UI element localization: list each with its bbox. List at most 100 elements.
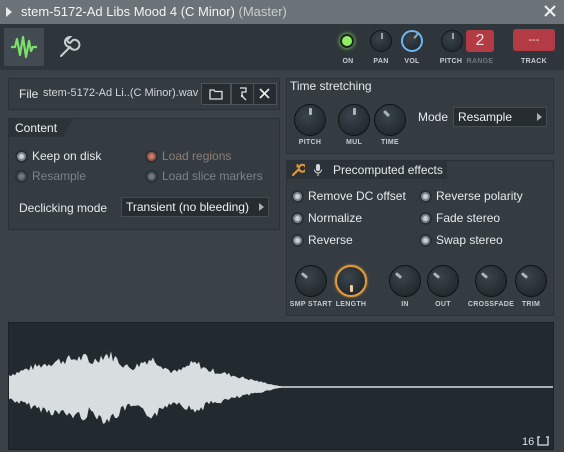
track-label: TRACK [521,58,547,65]
trim-label: TRIM [521,301,541,308]
radio-dot-icon [419,211,432,225]
mode-label: Mode [418,110,449,124]
fade-stereo-radio[interactable]: Fade stereo [419,211,500,225]
fade-out-knob[interactable] [427,265,459,297]
declicking-mode-label: Declicking mode [19,201,108,215]
on-label: ON [342,58,354,65]
stretch-pitch-knob[interactable] [294,104,326,136]
radio-dot-icon [291,189,304,203]
stretch-mode-value: Resample [458,110,513,124]
remove-dc-offset-label: Remove DC offset [308,189,406,203]
resample-label: Resample [32,169,87,183]
keep-on-disk-label: Keep on disk [32,149,102,163]
length-knob[interactable] [335,265,367,297]
browse-icon [240,87,247,101]
load-slice-markers-label: Load slice markers [162,169,263,183]
swap-stereo-label: Swap stereo [436,233,503,247]
stretch-mul-label: MUL [345,139,363,146]
content-title: Content [9,119,74,137]
range-value[interactable]: 2 [466,30,494,52]
stretch-pitch-label: PITCH [298,139,322,146]
load-regions-label: Load regions [162,149,232,163]
zoom-value: 16 [522,436,535,448]
window-subtitle: (Master) [238,4,287,19]
load-regions-radio[interactable]: Load regions [145,149,231,163]
smp-start-label: SMP START [289,301,333,308]
collapse-triangle-icon[interactable] [6,7,12,17]
waveform-tab-button[interactable] [4,28,44,66]
resample-radio[interactable]: Resample [15,169,86,183]
stretch-time-label: TIME [381,139,399,146]
range-label: RANGE [466,58,494,65]
loop-icon[interactable] [537,436,550,446]
wrench-icon [60,35,81,57]
close-window-icon[interactable] [542,3,558,19]
on-led-toggle[interactable] [340,34,354,48]
normalize-radio[interactable]: Normalize [291,211,362,225]
radio-dot-icon [291,233,304,247]
pan-knob[interactable] [370,30,392,52]
waveform-icon [11,35,37,59]
precomputed-header: Precomputed effects [287,161,447,179]
content-panel: Content Keep on disk Resample Load regio… [8,118,280,230]
crossfade-label: CROSSFADE [467,301,515,308]
stretch-mul-knob[interactable] [338,104,370,136]
reverse-radio[interactable]: Reverse [291,233,353,247]
swap-stereo-radio[interactable]: Swap stereo [419,233,503,247]
time-stretching-title: Time stretching [290,79,372,93]
reverse-polarity-radio[interactable]: Reverse polarity [419,189,523,203]
fade-in-label: IN [401,301,409,308]
file-name: stem-5172-Ad Li..(C Minor).wav [43,87,199,99]
remove-dc-offset-radio[interactable]: Remove DC offset [291,189,406,203]
waveform-display[interactable] [8,322,554,450]
stretch-mode-dropdown[interactable]: Resample [453,107,547,127]
file-label: File [19,87,39,101]
fade-stereo-label: Fade stereo [436,211,501,225]
track-selector[interactable]: --- [513,29,555,51]
close-icon [259,88,270,99]
trim-knob[interactable] [515,265,547,297]
title-bar: stem-5172-Ad Libs Mood 4 (C Minor) (Mast… [0,0,564,24]
load-slice-markers-radio[interactable]: Load slice markers [145,169,263,183]
stretch-time-knob[interactable] [374,104,406,136]
volume-label: VOL [404,58,420,65]
remove-file-button[interactable] [253,83,277,105]
toolbar: ON PAN VOL PITCH 2 RANGE --- TRACK [0,24,564,70]
settings-tab-button[interactable] [48,28,88,66]
precomputed-title: Precomputed effects [333,163,443,177]
folder-icon [209,89,223,100]
pan-label: PAN [373,58,389,65]
time-stretching-panel: Time stretching PITCH MUL TIME Mode Resa… [286,78,554,154]
radio-dot-icon [291,211,304,225]
keep-on-disk-radio[interactable]: Keep on disk [15,149,101,163]
fade-in-knob[interactable] [389,265,421,297]
declicking-mode-dropdown[interactable]: Transient (no bleeding) [121,197,269,217]
waveform-footer: 16 [522,436,550,448]
radio-dot-icon [145,149,158,163]
declicking-mode-value: Transient (no bleeding) [126,200,249,214]
radio-dot-icon [419,233,432,247]
radio-dot-icon [145,169,158,183]
waveform-graphic [9,351,553,424]
volume-knob[interactable] [401,30,423,52]
dropdown-arrow-icon [537,113,542,121]
length-label: LENGTH [335,301,367,308]
smp-start-knob[interactable] [295,265,327,297]
crossfade-knob[interactable] [475,265,507,297]
pitch-knob[interactable] [441,30,463,52]
fade-out-label: OUT [435,301,451,308]
mic-icon[interactable] [313,163,323,177]
pitch-label: PITCH [439,58,463,65]
radio-dot-icon [15,149,28,163]
browse-file-button[interactable] [231,83,255,105]
normalize-label: Normalize [308,211,363,225]
precomputed-effects-panel: Precomputed effects Remove DC offset Nor… [286,160,554,316]
window-title-text: stem-5172-Ad Libs Mood 4 (C Minor) [21,4,235,19]
reverse-label: Reverse [308,233,353,247]
open-folder-button[interactable] [201,83,231,105]
window-title: stem-5172-Ad Libs Mood 4 (C Minor) (Mast… [21,4,287,19]
wrench-icon[interactable] [291,163,305,177]
file-panel: File stem-5172-Ad Li..(C Minor).wav [8,78,280,110]
radio-dot-icon [419,189,432,203]
radio-dot-icon [15,169,28,183]
